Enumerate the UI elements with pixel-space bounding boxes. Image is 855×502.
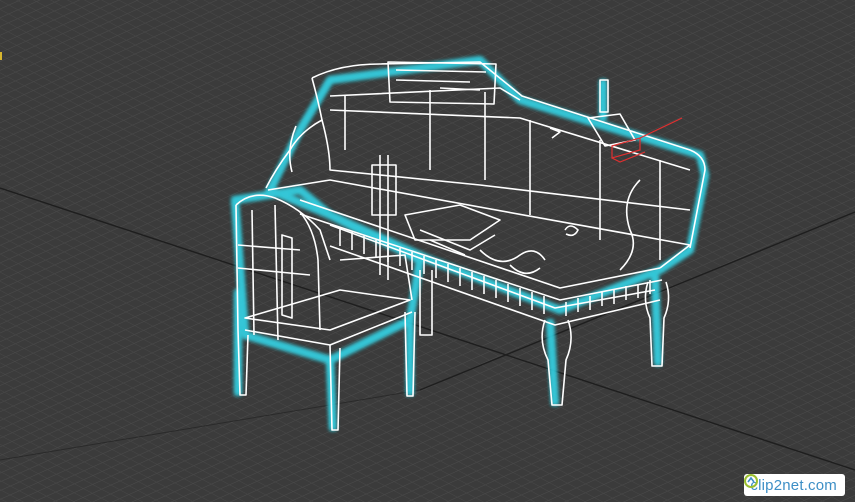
perspective-viewport[interactable]: clip2net.com <box>0 0 855 502</box>
ground-grid <box>0 0 855 502</box>
viewport-canvas[interactable] <box>0 0 855 502</box>
watermark-text: clip2net.com <box>750 476 837 494</box>
viewport-marker <box>0 52 2 60</box>
clip2net-watermark: clip2net.com <box>744 474 845 496</box>
clip2net-logo <box>744 474 759 488</box>
